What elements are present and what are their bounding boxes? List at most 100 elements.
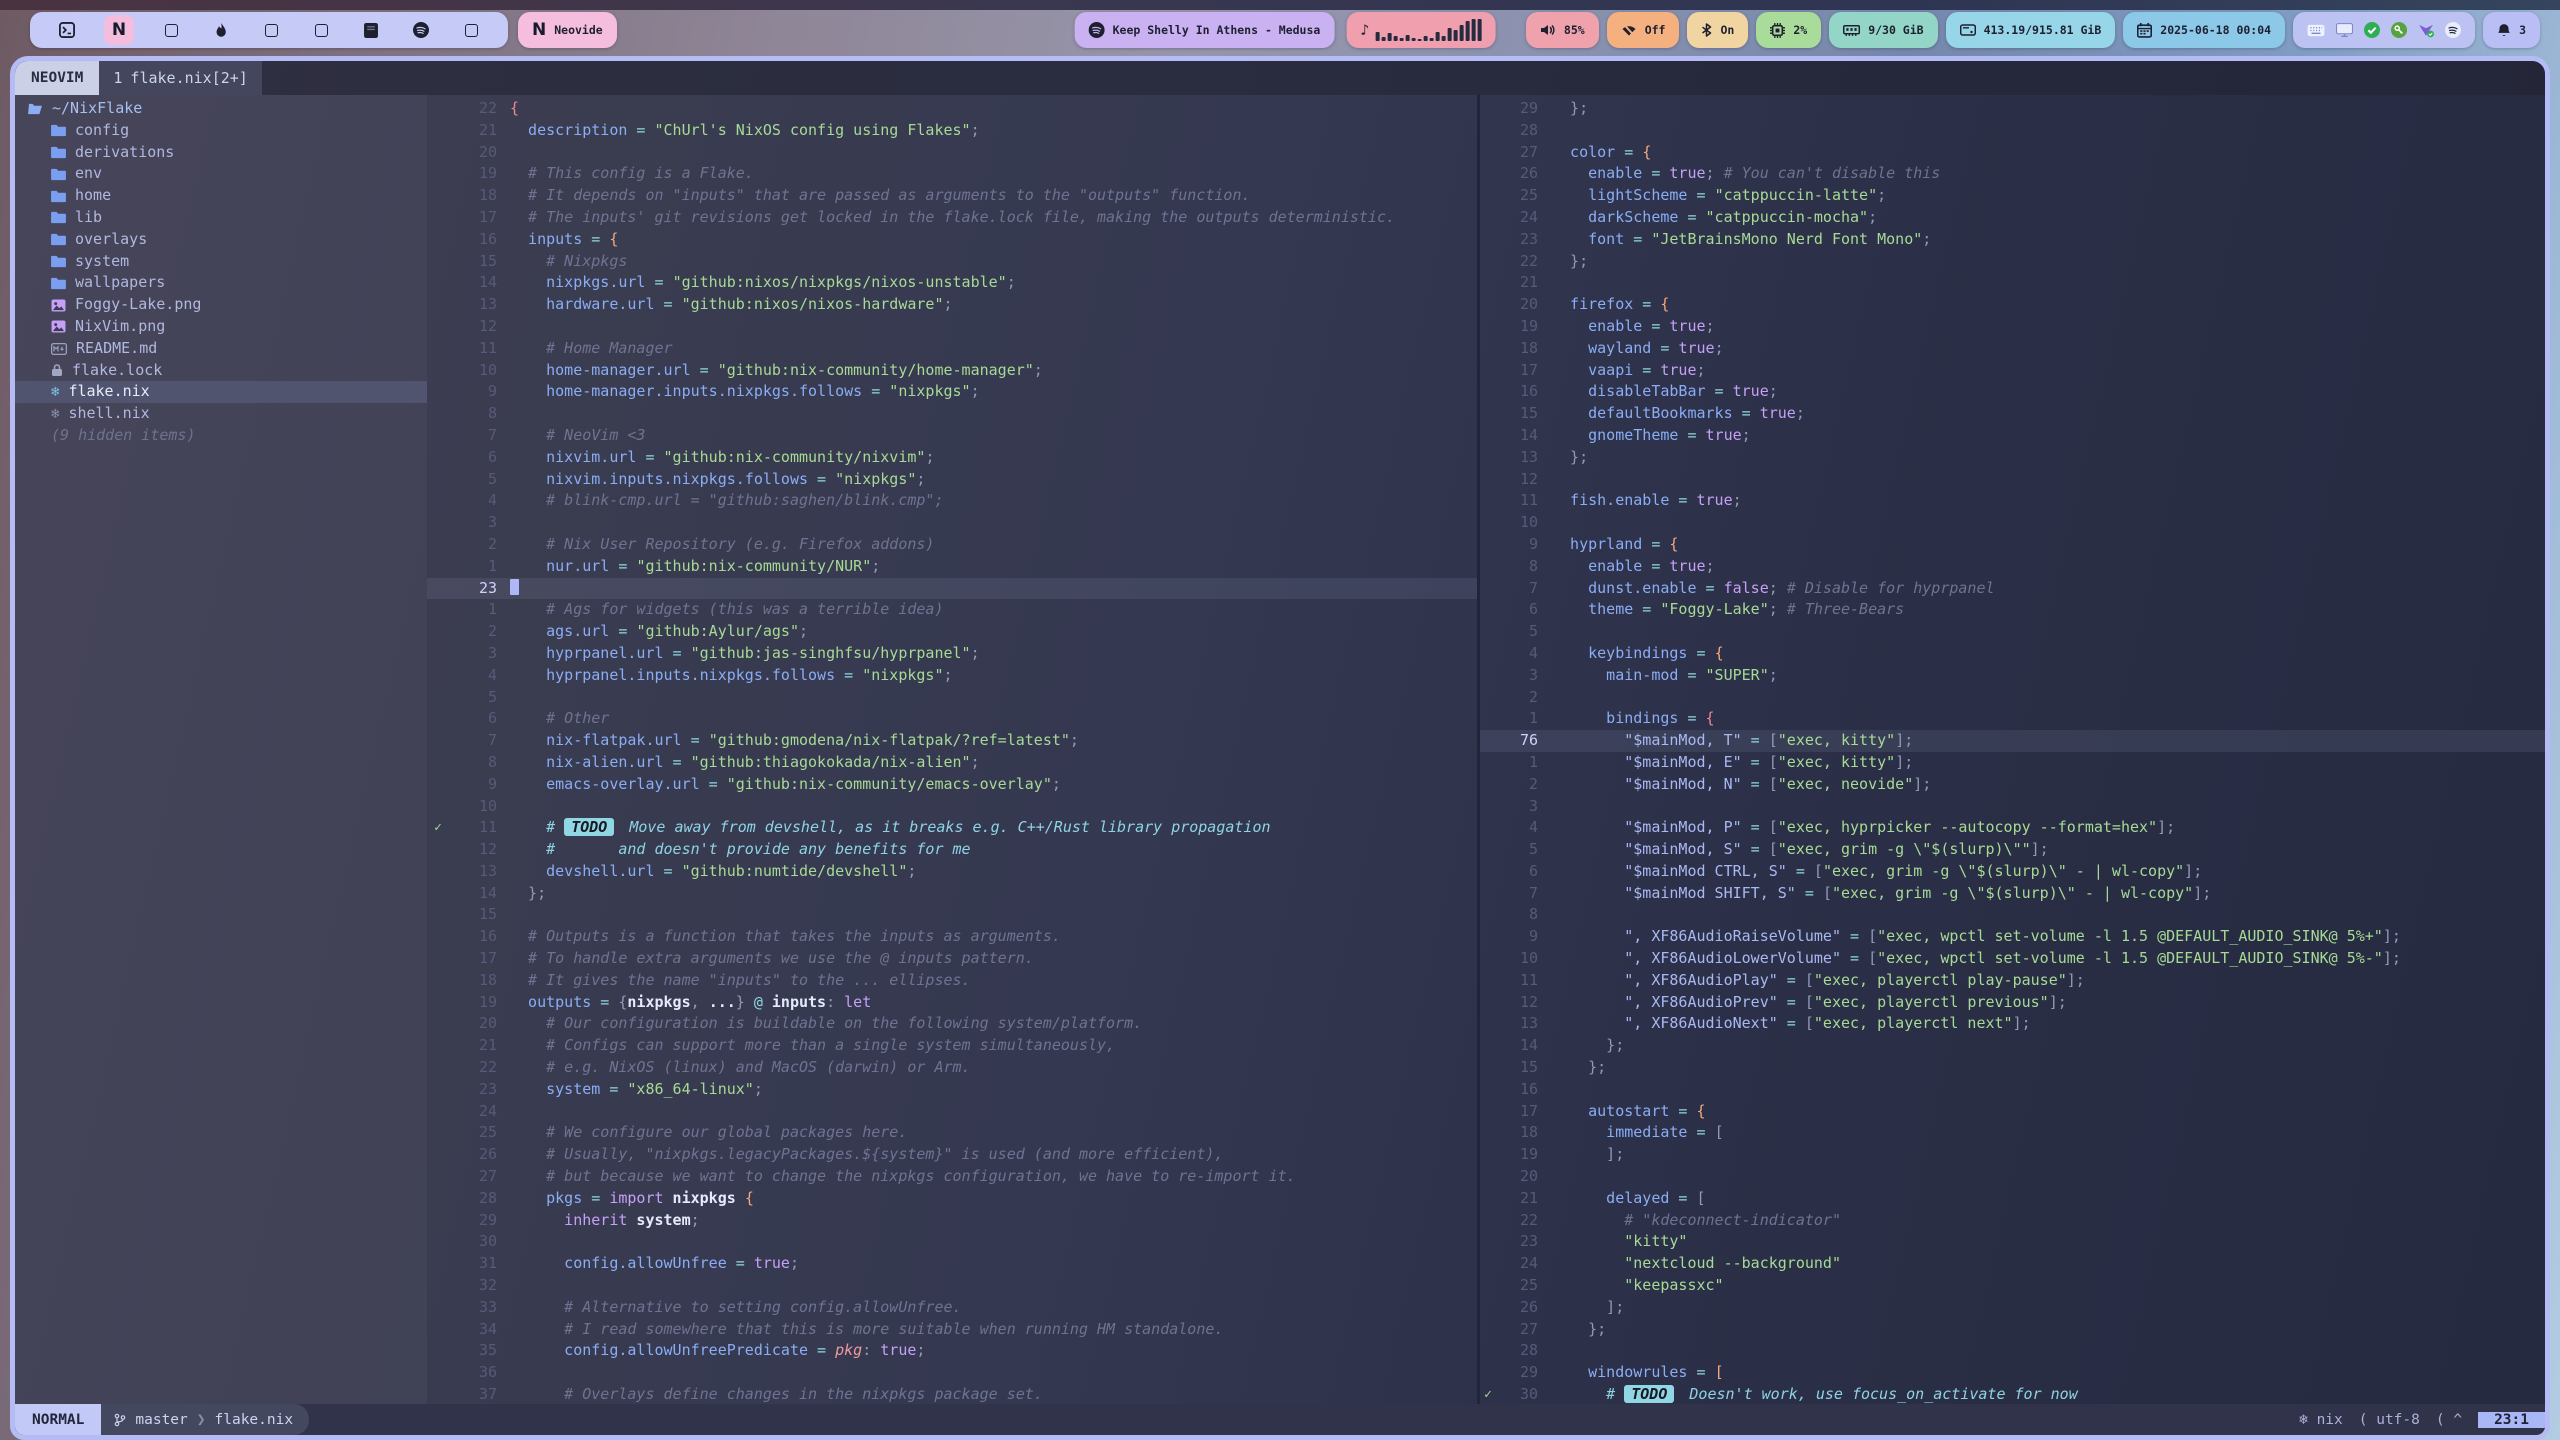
code-line[interactable]: 13 ", XF86AudioNext" = ["exec, playerctl…	[1480, 1013, 2545, 1035]
code-line[interactable]: 3 hyprpanel.url = "github:jas-singhfsu/h…	[427, 643, 1477, 665]
code-line[interactable]: 20	[1480, 1166, 2545, 1188]
code-line[interactable]: 2 # Nix User Repository (e.g. Firefox ad…	[427, 534, 1477, 556]
code-line[interactable]: 6 # Other	[427, 708, 1477, 730]
ram-pill[interactable]: 9/30 GiB	[1829, 12, 1937, 48]
code-line[interactable]: 15 # Nixpkgs	[427, 251, 1477, 273]
code-line[interactable]: 25 "keepassxc"	[1480, 1275, 2545, 1297]
code-line[interactable]: 1 "$mainMod, E" = ["exec, kitty"];	[1480, 752, 2545, 774]
editor-pane-right[interactable]: 29 };2827 color = {26 enable = true; # Y…	[1480, 95, 2545, 1404]
code-line[interactable]: 36	[427, 1362, 1477, 1384]
code-line[interactable]: 5	[1480, 621, 2545, 643]
code-line[interactable]: 29 };	[1480, 98, 2545, 120]
code-line[interactable]: 19 enable = true;	[1480, 316, 2545, 338]
code-line[interactable]: 2	[1480, 687, 2545, 709]
code-line[interactable]: 35 config.allowUnfreePredicate = pkg: tr…	[427, 1340, 1477, 1362]
code-line[interactable]: 22 # "kdeconnect-indicator"	[1480, 1210, 2545, 1232]
code-line[interactable]: 27 color = {	[1480, 142, 2545, 164]
code-line[interactable]: 17 # To handle extra arguments we use th…	[427, 948, 1477, 970]
code-line[interactable]: 25 # We configure our global packages he…	[427, 1122, 1477, 1144]
code-line[interactable]: 9 emacs-overlay.url = "github:nix-commun…	[427, 774, 1477, 796]
code-line[interactable]: 4 "$mainMod, P" = ["exec, hyprpicker --a…	[1480, 817, 2545, 839]
code-line[interactable]: 3	[1480, 796, 2545, 818]
code-line[interactable]: 10	[427, 796, 1477, 818]
network-pill[interactable]: Off	[1607, 12, 1680, 48]
code-line[interactable]: 19 ];	[1480, 1144, 2545, 1166]
code-line[interactable]: 24 darkScheme = "catppuccin-mocha";	[1480, 207, 2545, 229]
code-line[interactable]: 4 # blink-cmp.url = "github:saghen/blink…	[427, 490, 1477, 512]
disk-pill[interactable]: 413.19/915.81 GiB	[1946, 12, 2116, 48]
code-line[interactable]: 6 nixvim.url = "github:nix-community/nix…	[427, 447, 1477, 469]
code-line[interactable]: 12	[1480, 469, 2545, 491]
spotify-light-tray-icon[interactable]	[2445, 22, 2461, 38]
code-line[interactable]: 22 };	[1480, 251, 2545, 273]
code-line[interactable]: 23 "kitty"	[1480, 1231, 2545, 1253]
code-line[interactable]: 9 ", XF86AudioRaiseVolume" = ["exec, wpc…	[1480, 926, 2545, 948]
code-line[interactable]: 19 # This config is a Flake.	[427, 163, 1477, 185]
code-line[interactable]: 22{	[427, 98, 1477, 120]
code-line[interactable]: 14 gnomeTheme = true;	[1480, 425, 2545, 447]
cpu-pill[interactable]: 2%	[1756, 12, 1821, 48]
code-line[interactable]: 3 main-mod = "SUPER";	[1480, 665, 2545, 687]
code-line[interactable]: 19 outputs = {nixpkgs, ...} @ inputs: le…	[427, 992, 1477, 1014]
code-line[interactable]: 20 # Our configuration is buildable on t…	[427, 1013, 1477, 1035]
code-line[interactable]: 2 ags.url = "github:Aylur/ags";	[427, 621, 1477, 643]
monitor-tray-icon[interactable]	[2336, 23, 2353, 37]
code-line[interactable]: 7 "$mainMod SHIFT, S" = ["exec, grim -g …	[1480, 883, 2545, 905]
code-line[interactable]: 17 # The inputs' git revisions get locke…	[427, 207, 1477, 229]
volume-pill[interactable]: 85%	[1526, 12, 1599, 48]
code-line[interactable]: 17 autostart = {	[1480, 1101, 2545, 1123]
code-line[interactable]: 17 vaapi = true;	[1480, 360, 2545, 382]
tree-item-flake.lock[interactable]: flake.lock	[15, 360, 427, 382]
tree-item-env[interactable]: env	[15, 163, 427, 185]
code-line[interactable]: 29 inherit system;	[427, 1210, 1477, 1232]
code-line[interactable]: 6 "$mainMod CTRL, S" = ["exec, grim -g \…	[1480, 861, 2545, 883]
git-segment[interactable]: master ❯ flake.nix	[101, 1404, 309, 1435]
code-line[interactable]: 15 defaultBookmarks = true;	[1480, 403, 2545, 425]
tree-item-flake.nix[interactable]: ❄flake.nix	[15, 381, 427, 403]
code-line[interactable]: 15	[427, 904, 1477, 926]
code-line[interactable]: 27 # but because we want to change the n…	[427, 1166, 1477, 1188]
bluetooth-pill[interactable]: On	[1687, 12, 1748, 48]
code-line[interactable]: 11 fish.enable = true;	[1480, 490, 2545, 512]
code-line[interactable]: 26 # Usually, "nixpkgs.legacyPackages.${…	[427, 1144, 1477, 1166]
code-line[interactable]: 10 ", XF86AudioLowerVolume" = ["exec, wp…	[1480, 948, 2545, 970]
code-line[interactable]: 9 hyprland = {	[1480, 534, 2545, 556]
square-workspace-icon[interactable]	[308, 15, 334, 45]
neovim-workspace-icon[interactable]: N	[104, 15, 134, 45]
key-circle-tray-icon[interactable]	[2391, 22, 2407, 38]
code-line[interactable]: 26 ];	[1480, 1297, 2545, 1319]
code-line[interactable]: 28	[1480, 120, 2545, 142]
code-line[interactable]: 14 };	[427, 883, 1477, 905]
notifications-pill[interactable]: 3	[2483, 12, 2540, 48]
code-line[interactable]: 1 nur.url = "github:nix-community/NUR";	[427, 556, 1477, 578]
code-line[interactable]: 11 # Home Manager	[427, 338, 1477, 360]
workspaces-pill[interactable]: N	[30, 12, 508, 48]
code-line[interactable]: 20 firefox = {	[1480, 294, 2545, 316]
code-line[interactable]: 8	[1480, 904, 2545, 926]
code-line[interactable]: 5 nixvim.inputs.nixpkgs.follows = "nixpk…	[427, 469, 1477, 491]
code-line[interactable]: 16 inputs = {	[427, 229, 1477, 251]
code-line[interactable]: 24	[427, 1101, 1477, 1123]
code-line[interactable]: 12 ", XF86AudioPrev" = ["exec, playerctl…	[1480, 992, 2545, 1014]
book-workspace-icon[interactable]	[358, 15, 384, 45]
window-title-pill[interactable]: N Neovide	[518, 12, 617, 48]
code-line[interactable]: 2 "$mainMod, N" = ["exec, neovide"];	[1480, 774, 2545, 796]
square-workspace-icon[interactable]	[258, 15, 284, 45]
code-line[interactable]: 23 system = "x86_64-linux";	[427, 1079, 1477, 1101]
keyboard-tray-icon[interactable]	[2307, 24, 2325, 37]
code-line[interactable]: 25 lightScheme = "catppuccin-latte";	[1480, 185, 2545, 207]
code-line[interactable]: 7 dunst.enable = false; # Disable for hy…	[1480, 578, 2545, 600]
code-line[interactable]: 13 hardware.url = "github:nixos/nixos-ha…	[427, 294, 1477, 316]
code-line[interactable]: 18 # It gives the name "inputs" to the .…	[427, 970, 1477, 992]
code-line[interactable]: 18 # It depends on "inputs" that are pas…	[427, 185, 1477, 207]
code-line[interactable]: 12	[427, 316, 1477, 338]
media-pill[interactable]: Keep Shelly In Athens - Medusa	[1075, 12, 1335, 48]
clock-pill[interactable]: 2025-06-18 00:04	[2123, 12, 2285, 48]
code-line[interactable]: 8 enable = true;	[1480, 556, 2545, 578]
code-line[interactable]: 21	[1480, 272, 2545, 294]
tree-item-overlays[interactable]: overlays	[15, 229, 427, 251]
tree-item-NixVim.png[interactable]: NixVim.png	[15, 316, 427, 338]
code-line[interactable]: 24 "nextcloud --background"	[1480, 1253, 2545, 1275]
code-line[interactable]: 29 windowrules = [	[1480, 1362, 2545, 1384]
code-line[interactable]: 27 };	[1480, 1319, 2545, 1341]
